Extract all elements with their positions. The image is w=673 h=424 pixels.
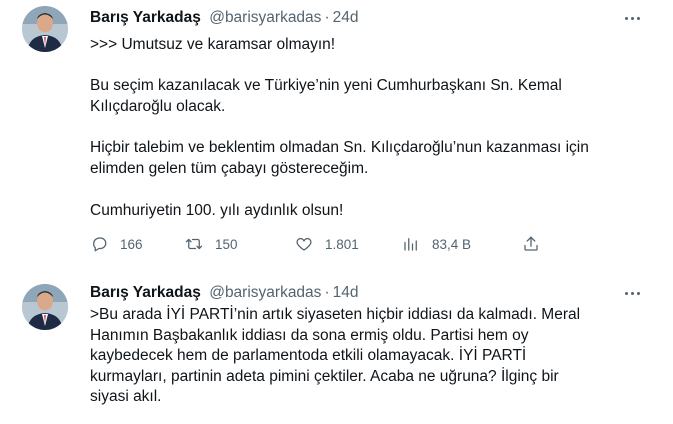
author-handle[interactable]: @barisyarkadas bbox=[209, 9, 321, 26]
more-dots-icon[interactable] bbox=[621, 8, 643, 28]
reply-icon bbox=[93, 237, 107, 252]
share-icon bbox=[524, 236, 538, 251]
like-count: 1.801 bbox=[325, 236, 359, 252]
retweet-count: 150 bbox=[215, 236, 238, 252]
tweet-paragraph: Cumhuriyetin 100. yılı aydınlık olsun! bbox=[90, 202, 344, 219]
author-name[interactable]: Barış Yarkadaş bbox=[90, 284, 201, 301]
like-button[interactable]: 1.801 bbox=[295, 233, 359, 255]
retweet-icon bbox=[185, 238, 203, 250]
tweet-paragraph: Hiçbir talebim ve beklentim olmadan Sn. … bbox=[90, 139, 589, 177]
tweet-header: Barış Yarkadaş @barisyarkadas · 14d bbox=[90, 283, 358, 303]
timestamp[interactable]: 14d bbox=[333, 284, 359, 301]
tweet-paragraph: Bu seçim kazanılacak ve Türkiye’nin yeni… bbox=[90, 77, 562, 115]
retweet-button[interactable]: 150 bbox=[185, 233, 238, 255]
views-chart-icon bbox=[404, 238, 417, 251]
tweet-paragraph: >>> Umutsuz ve karamsar olmayın! bbox=[90, 36, 336, 53]
tweet-actions: 166 150 1.801 83,4 B bbox=[90, 233, 570, 255]
more-dots-icon[interactable] bbox=[621, 283, 643, 303]
separator-dot: · bbox=[324, 284, 330, 301]
separator-dot: · bbox=[324, 9, 330, 26]
tweet[interactable]: Barış Yarkadaş @barisyarkadas · 14d >Bu ar… bbox=[0, 270, 673, 424]
tweet-header: Barış Yarkadaş @barisyarkadas · 24d bbox=[90, 8, 358, 28]
timestamp[interactable]: 24d bbox=[333, 9, 359, 26]
tweet-text: >Bu arada İYİ PARTİ’nin artık siyaseten … bbox=[90, 305, 650, 408]
heart-icon bbox=[296, 237, 312, 251]
tweet-paragraph: >Bu arada İYİ PARTİ’nin artık siyaseten … bbox=[90, 306, 581, 405]
reply-button[interactable]: 166 bbox=[90, 233, 143, 255]
avatar[interactable] bbox=[22, 6, 68, 52]
avatar[interactable] bbox=[22, 284, 68, 330]
avatar-photo bbox=[22, 284, 68, 330]
views-button[interactable]: 83,4 B bbox=[402, 233, 471, 255]
author-name[interactable]: Barış Yarkadaş bbox=[90, 9, 201, 26]
tweet[interactable]: Barış Yarkadaş @barisyarkadas · 24d >>> Um… bbox=[0, 0, 673, 270]
views-count: 83,4 B bbox=[432, 236, 472, 252]
author-handle[interactable]: @barisyarkadas bbox=[209, 284, 321, 301]
avatar-photo bbox=[22, 6, 68, 52]
reply-count: 166 bbox=[120, 236, 143, 252]
share-button[interactable] bbox=[522, 233, 540, 255]
